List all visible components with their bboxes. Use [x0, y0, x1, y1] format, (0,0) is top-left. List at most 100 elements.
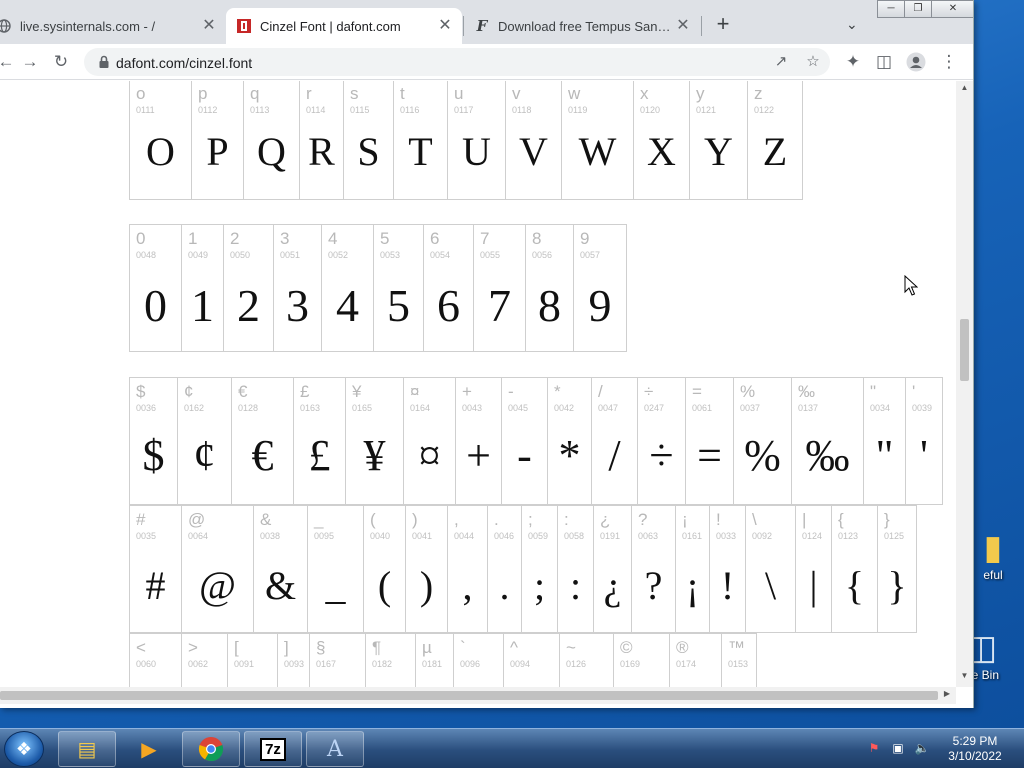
tab-separator [701, 16, 702, 36]
tab-dafont[interactable]: Cinzel Font | dafont.com ✕ [226, 8, 462, 44]
desktop-icon-label: eful [983, 568, 1003, 582]
glyph-row: $0036 $ ¢ 0162 ¢ €0128 € £0163 £ ¥0165 ¥ ¤ 0164 ¤ +004… [129, 377, 943, 505]
glyph-preview: ÷ [649, 431, 674, 480]
menu-kebab-icon[interactable]: ⋮ [937, 50, 961, 74]
mouse-cursor-icon [904, 275, 918, 296]
extensions-icon[interactable]: ✦ [841, 50, 865, 74]
glyph-cell: ^ 0094 [504, 634, 560, 687]
glyph-code: 0046 [494, 531, 515, 541]
glyph-code: 0092 [752, 531, 773, 541]
glyph-cell: µ 0181 [416, 634, 454, 687]
glyph-cell: [0091 [228, 634, 278, 687]
glyph-preview: V [519, 129, 548, 174]
glyph-code: 0113 [250, 105, 270, 115]
glyph-preview: \ [764, 563, 777, 608]
glyph-char-label: ' [912, 382, 916, 401]
glyph-code: 0162 [184, 403, 205, 413]
close-tab-icon[interactable]: ✕ [674, 17, 692, 35]
glyph-char-label: ¶ [372, 638, 382, 657]
tab-title: Download free Tempus Sans ITC [498, 18, 674, 34]
chrome-icon [198, 737, 224, 762]
glyph-char-label: } [884, 510, 890, 529]
glyph-char-label: % [740, 382, 756, 401]
glyph-code: 0095 [314, 531, 335, 541]
glyph-code: 0055 [480, 250, 501, 260]
lock-icon [99, 55, 109, 68]
glyph-code: 0054 [430, 250, 451, 260]
bookmark-star-icon[interactable]: ☆ [802, 51, 824, 73]
reload-button[interactable]: ↻ [49, 50, 73, 74]
vertical-scrollbar[interactable]: ▲ ▼ [956, 81, 973, 687]
share-icon[interactable]: ↗ [770, 51, 792, 73]
glyph-code: 0051 [280, 250, 301, 260]
tab-title: live.sysinternals.com - / [20, 18, 156, 34]
glyph-preview: 3 [286, 280, 309, 331]
vertical-scroll-thumb[interactable] [960, 319, 969, 381]
glyph-preview: € [251, 431, 274, 480]
glyph-preview: ! [720, 563, 735, 608]
glyph-code: 0036 [136, 403, 157, 413]
tab-sysinternals[interactable]: live.sysinternals.com - / ✕ [0, 8, 226, 44]
glyph-cell: v 0118 V [506, 81, 562, 199]
glyph-cell: ¤ 0164 ¤ [404, 378, 456, 504]
glyph-char-label: ? [638, 510, 648, 529]
glyph-code: 0057 [580, 250, 601, 260]
glyph-char-label: / [598, 382, 603, 401]
scroll-right-arrow[interactable]: ▶ [940, 689, 954, 702]
taskbar-font-app[interactable]: A [306, 731, 364, 767]
glyph-char-label: ! [716, 510, 721, 529]
scroll-down-arrow[interactable]: ▼ [956, 671, 973, 685]
glyph-cell: : 0058: [558, 506, 594, 632]
new-tab-button[interactable]: + [712, 13, 734, 35]
glyph-char-label: w [568, 84, 581, 103]
side-panel-icon[interactable]: ◫ [872, 50, 896, 74]
maximize-button[interactable]: ❐ [904, 0, 932, 18]
globe-icon [0, 18, 12, 34]
glyph-code: 0033 [716, 531, 737, 541]
glyph-code: 0120 [640, 105, 661, 115]
close-tab-icon[interactable]: ✕ [200, 17, 218, 35]
network-icon[interactable]: ▣ [890, 741, 906, 757]
minimize-button[interactable]: ─ [877, 0, 905, 18]
volume-icon[interactable]: 🔈 [914, 741, 930, 757]
horizontal-scrollbar[interactable]: ▶ [0, 687, 956, 704]
glyph-preview: Z [762, 129, 788, 174]
address-bar[interactable]: dafont.com/cinzel.font ↗ ☆ [84, 48, 830, 76]
scroll-up-arrow[interactable]: ▲ [956, 83, 973, 97]
action-center-icon[interactable]: ⚑ [866, 741, 882, 757]
glyph-code: 0043 [462, 403, 483, 413]
glyph-char-label: # [136, 510, 146, 529]
glyph-code: 0041 [412, 531, 433, 541]
glyph-code: 0044 [454, 531, 475, 541]
close-window-button[interactable]: ✕ [931, 0, 973, 18]
glyph-preview: } [887, 563, 907, 608]
back-button[interactable]: ← [0, 50, 18, 74]
glyph-char-label: , [454, 510, 459, 529]
glyph-cell: 8 0056 8 [526, 225, 574, 351]
taskbar-clock[interactable]: 5:29 PM 3/10/2022 [940, 734, 1010, 764]
glyph-cell: x 0120 X [634, 81, 690, 199]
glyph-preview: ¿ [603, 563, 622, 608]
explorer-icon: ▤ [77, 738, 97, 761]
taskbar-explorer[interactable]: ▤ [58, 731, 116, 767]
close-tab-icon[interactable]: ✕ [436, 17, 454, 35]
glyph-preview: : [569, 563, 582, 608]
glyph-code: 0128 [238, 403, 259, 413]
glyph-code: 0247 [644, 403, 665, 413]
tab-search-button[interactable]: ⌄ [846, 16, 858, 33]
glyph-cell: ¥0165 ¥ [346, 378, 404, 504]
start-button[interactable]: ❖ [4, 731, 44, 767]
url-text[interactable]: dafont.com/cinzel.font [116, 55, 252, 71]
horizontal-scroll-thumb[interactable] [0, 691, 938, 700]
profile-avatar-icon[interactable] [904, 50, 928, 74]
taskbar-7zip[interactable]: 7z [244, 731, 302, 767]
glyph-code: 0167 [316, 659, 337, 669]
glyph-preview: ¤ [418, 431, 441, 480]
glyph-code: 0174 [676, 659, 697, 669]
taskbar-media-player[interactable]: ▶ [120, 731, 178, 767]
glyph-char-label: : [564, 510, 569, 529]
tab-tempus-sans[interactable]: F Download free Tempus Sans ITC ✕ [464, 8, 700, 44]
taskbar-chrome[interactable] [182, 731, 240, 767]
forward-button[interactable]: → [18, 50, 42, 74]
glyph-preview: * [558, 431, 581, 480]
